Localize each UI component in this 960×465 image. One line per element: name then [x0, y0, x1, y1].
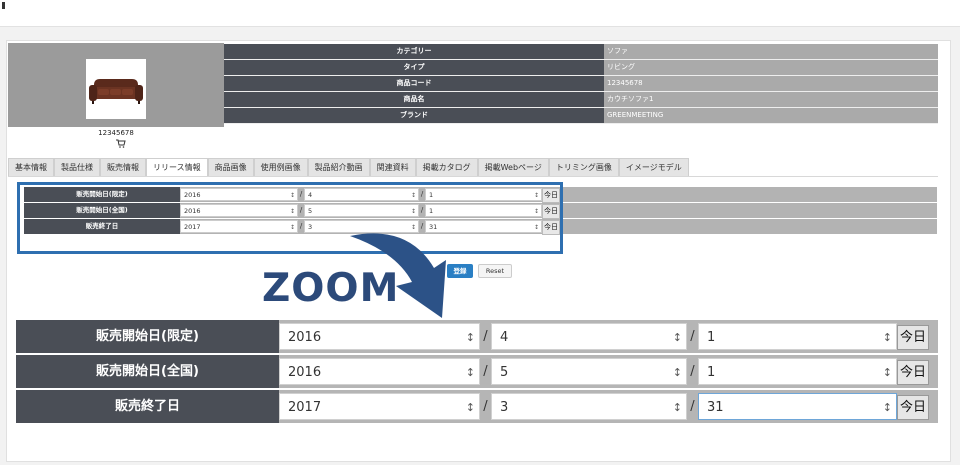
register-button[interactable]: 登録 [447, 264, 473, 278]
info-row-code: 商品コード 12345678 [224, 76, 938, 92]
top-bar [0, 0, 960, 27]
tab-basic[interactable]: 基本情報 [8, 158, 54, 176]
info-value: リビング [604, 60, 938, 75]
info-row-name: 商品名 カウチソファ1 [224, 92, 938, 108]
month-select[interactable]: 3 ↕ [491, 393, 687, 420]
zoom-highlight-box [17, 182, 563, 254]
year-select[interactable]: 2016 ↕ [279, 358, 480, 385]
date-separator: / [483, 399, 488, 414]
info-row-brand: ブランド GREENMEETING [224, 108, 938, 124]
tab-product-images[interactable]: 商品画像 [207, 158, 254, 176]
date-separator: / [690, 399, 695, 414]
year-select[interactable]: 2016 ↕ [279, 323, 480, 350]
today-button[interactable]: 今日 [897, 395, 930, 420]
tab-specs[interactable]: 製品仕様 [54, 158, 100, 176]
screenshot-canvas: 12345678 カテゴリー ソファ タイプ リビング 商品コード 123456… [0, 0, 960, 465]
tab-release[interactable]: リリース情報 [146, 158, 208, 176]
cart-icon[interactable] [116, 139, 126, 151]
month-select[interactable]: 4 ↕ [491, 323, 687, 350]
info-row-type: タイプ リビング [224, 60, 938, 76]
zoomed-release-form: 販売開始日(限定) 2016 ↕ / 4 ↕ / 1 ↕ 今日 販売開始日(全国) 2… [16, 320, 938, 425]
tab-related-docs[interactable]: 関連資料 [369, 158, 416, 176]
date-separator: / [483, 364, 488, 379]
sofa-image [86, 59, 146, 119]
year-select[interactable]: 2017 ↕ [279, 393, 480, 420]
today-button[interactable]: 今日 [897, 325, 930, 350]
row-label: 販売終了日 [16, 390, 279, 423]
zoom-row-national-start: 販売開始日(全国) 2016 ↕ / 5 ↕ / 1 ↕ 今日 [16, 355, 938, 388]
day-select[interactable]: 31 ↕ [698, 393, 897, 420]
tab-intro-video[interactable]: 製品紹介動画 [307, 158, 370, 176]
tab-usage-images[interactable]: 使用例画像 [253, 158, 308, 176]
reset-button[interactable]: Reset [478, 264, 512, 278]
tab-divider [8, 176, 938, 177]
tab-web-pages[interactable]: 掲載Webページ [477, 158, 549, 176]
date-separator: / [690, 329, 695, 344]
corner-mark [2, 2, 5, 9]
row-label: 販売開始日(全国) [16, 355, 279, 388]
zoom-label: ZOOM [262, 266, 400, 311]
product-info-table: カテゴリー ソファ タイプ リビング 商品コード 12345678 商品名 カウ… [224, 44, 938, 124]
month-select[interactable]: 5 ↕ [491, 358, 687, 385]
today-button[interactable]: 今日 [897, 360, 930, 385]
info-value: カウチソファ1 [604, 92, 938, 107]
tab-bar: 基本情報 製品仕様 販売情報 リリース情報 商品画像 使用例画像 製品紹介動画 … [8, 158, 689, 176]
row-label: 販売開始日(限定) [16, 320, 279, 353]
tab-catalogs[interactable]: 掲載カタログ [415, 158, 478, 176]
info-label: 商品名 [224, 92, 604, 107]
product-code-caption: 12345678 [98, 129, 134, 137]
tab-trimming[interactable]: トリミング画像 [548, 158, 619, 176]
info-label: ブランド [224, 108, 604, 123]
info-label: カテゴリー [224, 44, 604, 59]
day-select[interactable]: 1 ↕ [698, 323, 897, 350]
info-label: 商品コード [224, 76, 604, 91]
tab-image-model[interactable]: イメージモデル [618, 158, 689, 176]
info-value: ソファ [604, 44, 938, 59]
info-row-category: カテゴリー ソファ [224, 44, 938, 60]
info-label: タイプ [224, 60, 604, 75]
tab-sales[interactable]: 販売情報 [100, 158, 146, 176]
info-value: GREENMEETING [604, 108, 938, 123]
zoom-row-limited-start: 販売開始日(限定) 2016 ↕ / 4 ↕ / 1 ↕ 今日 [16, 320, 938, 353]
zoom-row-end: 販売終了日 2017 ↕ / 3 ↕ / 31 ↕ 今日 [16, 390, 938, 423]
day-select[interactable]: 1 ↕ [698, 358, 897, 385]
product-thumbnail[interactable] [86, 59, 146, 119]
date-separator: / [690, 364, 695, 379]
info-value: 12345678 [604, 76, 938, 91]
date-separator: / [483, 329, 488, 344]
